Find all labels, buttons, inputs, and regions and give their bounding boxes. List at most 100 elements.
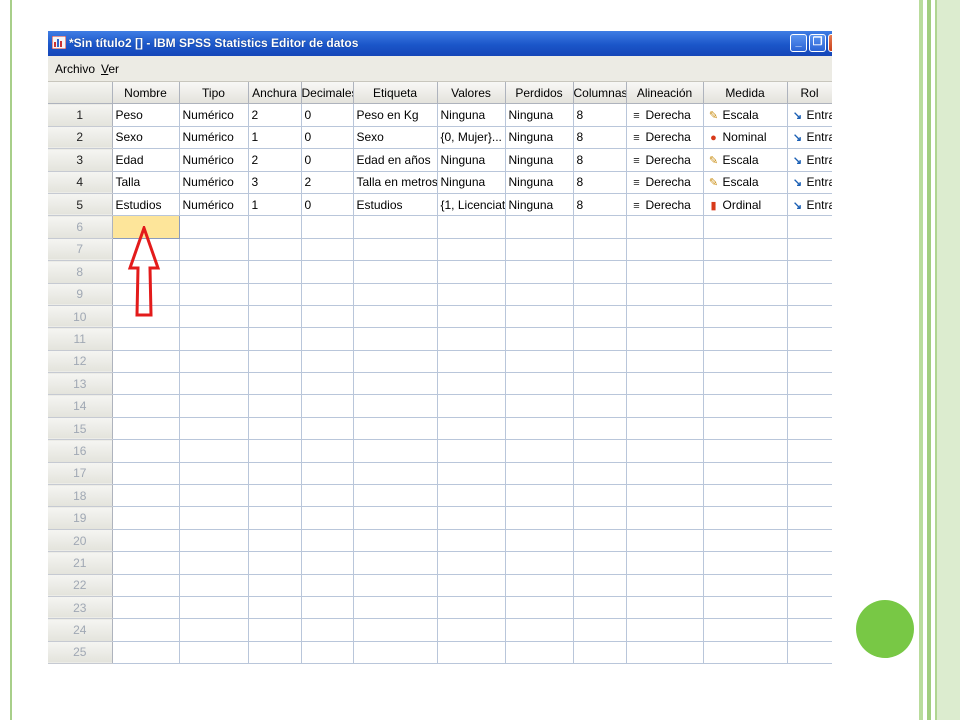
empty-cell[interactable] (626, 551, 704, 575)
row-header[interactable]: 14 (48, 394, 113, 418)
cell-tipo[interactable]: Numérico (179, 148, 249, 172)
empty-cell[interactable] (353, 305, 438, 329)
empty-cell[interactable] (301, 327, 354, 351)
empty-cell[interactable] (301, 618, 354, 642)
empty-cell[interactable] (573, 574, 627, 597)
empty-cell[interactable] (787, 260, 832, 284)
empty-cell[interactable] (301, 439, 354, 463)
cell-alineacion[interactable]: ≡ Derecha (626, 103, 704, 127)
empty-cell[interactable] (437, 215, 506, 239)
empty-cell[interactable] (787, 417, 832, 441)
empty-cell[interactable] (703, 641, 788, 665)
empty-cell[interactable] (248, 394, 302, 418)
cell-tipo[interactable]: Numérico (179, 126, 249, 150)
empty-cell[interactable] (573, 551, 627, 575)
row-header[interactable]: 21 (48, 551, 113, 575)
empty-cell[interactable] (573, 618, 627, 642)
empty-cell[interactable] (703, 596, 788, 620)
cell-medida[interactable]: ✎ Escala (703, 103, 788, 127)
empty-cell[interactable] (437, 238, 506, 262)
empty-cell[interactable] (703, 529, 788, 553)
empty-cell[interactable] (437, 641, 506, 665)
empty-cell[interactable] (437, 618, 506, 642)
cell-nombre[interactable]: Peso (112, 103, 180, 127)
column-header-decimales[interactable]: Decimales (301, 82, 354, 105)
empty-cell[interactable] (573, 439, 627, 463)
empty-cell[interactable] (626, 596, 704, 620)
empty-cell[interactable] (179, 439, 249, 463)
empty-cell[interactable] (301, 215, 354, 239)
empty-cell[interactable] (112, 350, 180, 374)
cell-valores[interactable]: {1, Licenciat... (437, 193, 506, 217)
cell-columnas[interactable]: 8 (573, 103, 627, 127)
empty-cell[interactable] (437, 596, 506, 620)
cell-anchura[interactable]: 1 (248, 126, 302, 150)
empty-cell[interactable] (437, 551, 506, 575)
empty-cell[interactable] (248, 641, 302, 665)
empty-cell[interactable] (505, 327, 574, 351)
cell-nombre[interactable]: Estudios (112, 193, 180, 217)
empty-cell[interactable] (505, 305, 574, 329)
cell-rol[interactable]: ↘Entrada (787, 193, 832, 217)
empty-cell[interactable] (437, 372, 506, 396)
empty-cell[interactable] (703, 462, 788, 486)
row-header[interactable]: 9 (48, 283, 113, 306)
empty-cell[interactable] (112, 641, 180, 665)
empty-cell[interactable] (353, 350, 438, 374)
cell-decimales[interactable]: 0 (301, 148, 354, 172)
empty-cell[interactable] (437, 574, 506, 597)
cell-nombre[interactable]: Talla (112, 171, 180, 194)
empty-cell[interactable] (248, 506, 302, 530)
empty-cell[interactable] (248, 417, 302, 441)
empty-cell[interactable] (437, 506, 506, 530)
empty-cell[interactable] (505, 618, 574, 642)
cell-decimales[interactable]: 0 (301, 126, 354, 150)
empty-cell[interactable] (703, 327, 788, 351)
empty-cell[interactable] (505, 551, 574, 575)
cell-columnas[interactable]: 8 (573, 171, 627, 194)
empty-cell[interactable] (626, 372, 704, 396)
cell-medida[interactable]: ✎ Escala (703, 171, 788, 194)
empty-cell[interactable] (703, 618, 788, 642)
empty-cell[interactable] (179, 574, 249, 597)
empty-cell[interactable] (248, 238, 302, 262)
empty-cell[interactable] (353, 260, 438, 284)
empty-cell[interactable] (626, 574, 704, 597)
column-header-etiqueta[interactable]: Etiqueta (353, 82, 438, 105)
cell-perdidos[interactable]: Ninguna (505, 193, 574, 217)
empty-cell[interactable] (248, 462, 302, 486)
empty-cell[interactable] (301, 506, 354, 530)
empty-cell[interactable] (626, 506, 704, 530)
empty-cell[interactable] (179, 350, 249, 374)
empty-cell[interactable] (301, 394, 354, 418)
empty-cell[interactable] (179, 506, 249, 530)
empty-cell[interactable] (573, 641, 627, 665)
empty-cell[interactable] (505, 596, 574, 620)
empty-cell[interactable] (353, 327, 438, 351)
empty-cell[interactable] (703, 551, 788, 575)
cell-rol[interactable]: ↘Entrada (787, 171, 832, 194)
empty-cell[interactable] (112, 327, 180, 351)
empty-cell[interactable] (301, 350, 354, 374)
empty-cell[interactable] (301, 462, 354, 486)
empty-cell[interactable] (248, 305, 302, 329)
grid-corner[interactable] (48, 82, 113, 105)
empty-cell[interactable] (626, 283, 704, 306)
empty-cell[interactable] (112, 462, 180, 486)
cell-nombre[interactable]: Edad (112, 148, 180, 172)
empty-cell[interactable] (353, 596, 438, 620)
empty-cell[interactable] (179, 484, 249, 508)
column-header-rol[interactable]: Rol (787, 82, 832, 105)
empty-cell[interactable] (573, 529, 627, 553)
empty-cell[interactable] (353, 372, 438, 396)
empty-cell[interactable] (301, 596, 354, 620)
menu-ver[interactable]: Ver (101, 62, 119, 76)
empty-cell[interactable] (437, 417, 506, 441)
empty-cell[interactable] (505, 462, 574, 486)
empty-cell[interactable] (112, 484, 180, 508)
empty-cell[interactable] (703, 260, 788, 284)
empty-cell[interactable] (353, 574, 438, 597)
column-header-columnas[interactable]: Columnas (573, 82, 627, 105)
column-header-medida[interactable]: Medida (703, 82, 788, 105)
row-header[interactable]: 17 (48, 462, 113, 486)
